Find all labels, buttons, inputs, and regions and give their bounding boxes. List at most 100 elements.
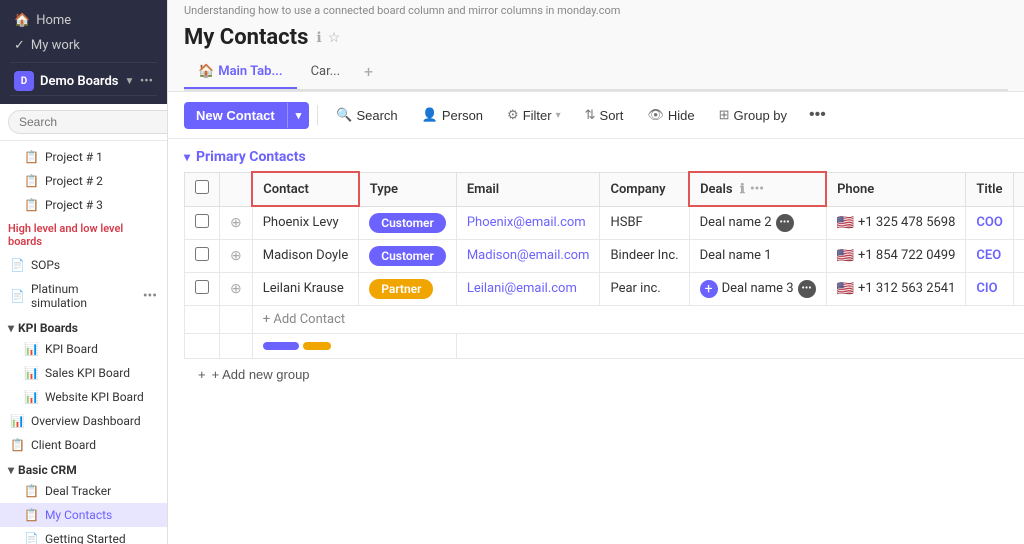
deals-more-icon[interactable]: ••• <box>750 182 764 197</box>
hide-icon: 👁 <box>647 107 664 123</box>
sidebar-item-high-level[interactable]: High level and low level boards <box>0 217 167 253</box>
tab-main[interactable]: 🏠 Main Tab... <box>184 56 297 89</box>
chevron-down-icon: ▼ <box>125 76 135 87</box>
deals-info-icon[interactable]: ℹ <box>740 182 745 197</box>
search-button[interactable]: 🔍 Search <box>326 101 407 129</box>
filter-label: Filter <box>523 108 552 123</box>
table-header-row: Contact Type Email Company Deals ℹ ••• P… <box>185 172 1024 206</box>
add-group-icon: + <box>198 367 206 382</box>
board-icon: 📋 <box>24 198 39 212</box>
sidebar-search-row: + <box>0 104 167 141</box>
sidebar-item-mycontacts[interactable]: 📋 My Contacts <box>0 503 167 527</box>
add-contact-row[interactable]: + Add Contact <box>185 305 1024 333</box>
tabs-row: 🏠 Main Tab... Car... + <box>184 54 1008 91</box>
sidebar-item-overview[interactable]: 📊 Overview Dashboard <box>0 409 167 433</box>
row3-type-cell: Partner <box>359 272 457 305</box>
groupby-button[interactable]: ⊞ Group by <box>709 101 797 129</box>
check-icon: ✓ <box>14 38 25 53</box>
row3-checkbox[interactable] <box>195 280 209 294</box>
th-add-col[interactable]: + <box>1013 172 1024 206</box>
row2-checkbox-cell <box>185 239 220 272</box>
table-row: ⊕ Phoenix Levy Customer Phoenix@email.co… <box>185 206 1024 239</box>
row2-action-icon[interactable]: ⊕ <box>230 248 242 264</box>
hide-button[interactable]: 👁 Hide <box>637 101 704 129</box>
row2-type-badge: Customer <box>369 246 446 266</box>
sidebar-item-project2[interactable]: 📋 Project # 2 <box>0 169 167 193</box>
client-label: Client Board <box>31 438 96 452</box>
saleskpi-label: Sales KPI Board <box>45 366 130 380</box>
workspace-more-icon[interactable]: ••• <box>140 74 153 89</box>
person-label: Person <box>442 108 483 123</box>
row1-email[interactable]: Phoenix@email.com <box>467 215 586 230</box>
color-bar-action-cell <box>220 333 253 358</box>
row2-add-cell <box>1013 239 1024 272</box>
row3-deal-plus[interactable]: + <box>700 280 718 298</box>
th-action <box>220 172 253 206</box>
row2-title: CEO <box>976 248 1001 263</box>
row2-email[interactable]: Madison@email.com <box>467 248 590 263</box>
star-icon[interactable]: ☆ <box>328 30 341 46</box>
row1-action-icon[interactable]: ⊕ <box>230 215 242 231</box>
sidebar-item-kpiboard[interactable]: 📊 KPI Board <box>0 337 167 361</box>
tab-car[interactable]: Car... <box>297 56 354 89</box>
sidebar-item-project3[interactable]: 📋 Project # 3 <box>0 193 167 217</box>
person-icon: 👤 <box>422 107 438 123</box>
row3-action-icon[interactable]: ⊕ <box>230 281 242 297</box>
sort-button[interactable]: ⇅ Sort <box>575 101 634 129</box>
color-bar-cell <box>252 333 456 358</box>
add-group-button[interactable]: + + Add new group <box>184 359 324 390</box>
sidebar-item-mywork[interactable]: ✓ My work <box>10 33 157 58</box>
new-contact-arrow-icon[interactable]: ▾ <box>287 103 310 128</box>
row2-deal-row: Deal name 1 <box>700 248 816 263</box>
sidebar-item-client[interactable]: 📋 Client Board <box>0 433 167 457</box>
mycontacts-label: My Contacts <box>45 508 112 522</box>
sidebar-item-gettingstarted[interactable]: 📄 Getting Started <box>0 527 167 544</box>
table-area: ▾ Primary Contacts Contact Type Email Co… <box>168 139 1024 544</box>
select-all-checkbox[interactable] <box>195 180 209 194</box>
sidebar-item-platinum[interactable]: 📄 Platinum simulation ••• <box>0 277 167 315</box>
row1-deal-dot[interactable]: ••• <box>776 214 794 232</box>
sidebar-item-home[interactable]: 🏠 Home <box>10 8 157 33</box>
sidebar-item-websitekpi[interactable]: 📊 Website KPI Board <box>0 385 167 409</box>
toolbar-more-button[interactable]: ••• <box>801 100 834 130</box>
sidebar-item-project1[interactable]: 📋 Project # 1 <box>0 145 167 169</box>
filter-button[interactable]: ⚙ Filter ▾ <box>497 101 571 129</box>
search-label: Search <box>356 108 397 123</box>
group-header: ▾ Primary Contacts <box>184 139 1008 171</box>
sidebar-item-sops[interactable]: 📄 SOPs <box>0 253 167 277</box>
row3-email[interactable]: Leilani@email.com <box>467 281 577 296</box>
filter-chevron-icon: ▾ <box>556 110 561 121</box>
group-arrow-icon[interactable]: ▾ <box>184 150 190 164</box>
tab-add-button[interactable]: + <box>354 54 383 89</box>
sidebar-item-dealtracker[interactable]: 📋 Deal Tracker <box>0 479 167 503</box>
row2-title-cell: CEO <box>966 239 1013 272</box>
sidebar-item-saleskpi[interactable]: 📊 Sales KPI Board <box>0 361 167 385</box>
filter-icon: ⚙ <box>507 107 519 123</box>
search-input[interactable] <box>8 110 168 134</box>
tab-car-label: Car... <box>311 64 340 79</box>
sidebar-home-label: Home <box>36 13 71 28</box>
row2-checkbox[interactable] <box>195 247 209 261</box>
breadcrumb: Understanding how to use a connected boa… <box>184 0 1008 19</box>
row3-flag-icon: 🇺🇸 <box>837 281 854 297</box>
chart-icon: 📊 <box>24 390 39 404</box>
new-contact-button[interactable]: New Contact ▾ <box>184 102 309 129</box>
row1-deal-row: Deal name 2 ••• <box>700 214 816 232</box>
sidebar-nav: 📋 Project # 1 📋 Project # 2 📋 Project # … <box>0 141 167 544</box>
row2-deal-cell: Deal name 1 <box>689 239 826 272</box>
add-contact-label-cell[interactable]: + Add Contact <box>252 305 1024 333</box>
websitekpi-label: Website KPI Board <box>45 390 144 404</box>
color-bar-purple <box>263 342 299 350</box>
row3-deal-dot[interactable]: ••• <box>798 280 816 298</box>
sidebar: 🏠 Home ✓ My work D Demo Boards ▼ ••• + 📋… <box>0 0 168 544</box>
item-more-icon[interactable]: ••• <box>143 288 157 304</box>
row3-title: CIO <box>976 281 997 296</box>
project1-label: Project # 1 <box>45 150 103 164</box>
person-button[interactable]: 👤 Person <box>412 101 493 129</box>
board-icon: 📋 <box>24 150 39 164</box>
kpi-group-header[interactable]: ▾ KPI Boards <box>0 315 167 337</box>
info-icon[interactable]: ℹ <box>316 30 321 46</box>
row3-phone-row: 🇺🇸 +1 312 563 2541 <box>837 281 956 297</box>
row1-checkbox[interactable] <box>195 214 209 228</box>
crm-group-header[interactable]: ▾ Basic CRM <box>0 457 167 479</box>
